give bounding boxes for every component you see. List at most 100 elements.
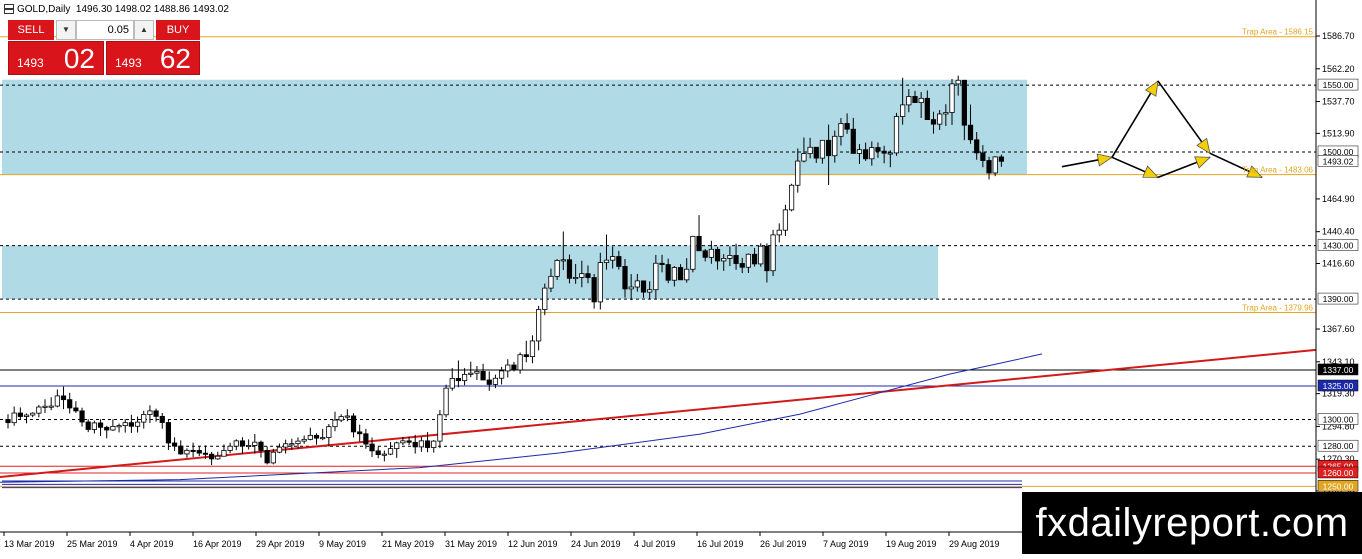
price-chart-area[interactable]: 1586.70 1562.20 1537.70 1513.90 1464.90 1440.…: [0, 0, 1362, 554]
candle-body: [270, 451, 276, 464]
candle-body: [745, 253, 752, 268]
candle-body: [548, 275, 554, 289]
candle-body: [708, 248, 714, 258]
candle-body: [492, 377, 499, 385]
y-axis-label: 1513.90: [1322, 128, 1355, 138]
candle-body: [622, 266, 628, 290]
sell-button[interactable]: SELL: [8, 20, 54, 40]
candle-body: [714, 248, 721, 262]
trap-area-label: Trap Area - 1379.96: [1242, 304, 1313, 313]
y-axis-label: 1562.20: [1322, 64, 1355, 74]
price-tag-text: 1493.02: [1323, 156, 1354, 166]
candlestick[interactable]: [788, 183, 795, 212]
buy-button[interactable]: BUY: [156, 20, 200, 40]
candle-body: [542, 287, 548, 310]
candle-body: [141, 414, 147, 423]
ohlc-high: 1498.02: [114, 4, 152, 15]
candle-body: [819, 139, 826, 159]
candle-body: [937, 113, 943, 125]
support-resistance-zone: [2, 79, 1027, 175]
candlestick[interactable]: [770, 229, 776, 277]
candle-body: [48, 405, 54, 408]
candle-body: [585, 273, 591, 278]
candle-body: [918, 97, 924, 104]
y-axis-label: 1367.60: [1322, 324, 1355, 334]
candlestick[interactable]: [893, 112, 900, 156]
ask-price-button[interactable]: 1493 62: [106, 41, 200, 75]
candle-body: [387, 448, 394, 455]
one-click-trading-panel: SELL ▼ ▲ BUY 1493 02 1493 62: [4, 20, 200, 76]
candle-body: [640, 280, 647, 293]
candle-body: [758, 245, 764, 265]
x-axis-label: 7 Aug 2019: [823, 539, 869, 549]
candle-body: [751, 253, 758, 265]
candlestick[interactable]: [992, 156, 998, 177]
candle-body: [776, 229, 782, 236]
candle-body: [961, 79, 967, 126]
candle-body: [788, 184, 795, 211]
x-axis-label: 24 Jun 2019: [571, 539, 621, 549]
lot-decrease-icon[interactable]: ▼: [56, 20, 76, 40]
candle-body: [554, 260, 560, 277]
candle-body: [455, 377, 462, 382]
chart-canvas[interactable]: 1586.70 1562.20 1537.70 1513.90 1464.90 1440.…: [0, 0, 1362, 554]
candle-body: [677, 267, 684, 281]
candle-body: [233, 440, 239, 447]
ohlc-low: 1488.86: [153, 4, 190, 15]
candle-body: [418, 440, 424, 448]
watermark-brand: fxdailyreport.com: [1022, 492, 1362, 554]
candle-body: [184, 449, 190, 455]
candle-body: [153, 410, 159, 417]
candlestick[interactable]: [690, 235, 696, 273]
candle-body: [832, 135, 838, 157]
candlestick[interactable]: [758, 243, 764, 267]
candle-body: [684, 268, 690, 281]
price-tag-text: 1337.00: [1323, 365, 1354, 375]
candle-body: [116, 425, 122, 428]
level-price-tag: 1390.00: [1317, 292, 1359, 305]
candle-body: [813, 146, 819, 159]
candle-body: [338, 416, 344, 421]
ask-price-prefix: 1493: [115, 56, 142, 70]
candle-body: [461, 373, 468, 382]
candle-body: [517, 354, 523, 371]
candle-body: [85, 421, 91, 430]
candle-body: [350, 415, 357, 433]
ohlc-close: 1493.02: [192, 4, 229, 15]
candle-body: [289, 443, 295, 446]
x-axis-label: 25 Mar 2019: [67, 539, 118, 549]
candle-body: [770, 234, 776, 272]
candle-body: [474, 371, 480, 374]
bid-price-button[interactable]: 1493 02: [8, 41, 104, 75]
candlestick[interactable]: [443, 384, 449, 418]
candle-body: [227, 445, 233, 451]
candle-body: [511, 364, 517, 371]
candle-body: [23, 414, 30, 417]
trap-area-label: Trap Area - 1483.06: [1242, 166, 1313, 175]
bid-price-pips: 02: [63, 43, 95, 74]
price-tag-text: 1550.00: [1323, 80, 1354, 90]
candle-body: [165, 422, 172, 444]
candle-body: [5, 419, 11, 424]
candle-body: [733, 255, 739, 264]
candle-body: [826, 139, 832, 157]
candle-body: [949, 83, 955, 113]
candle-body: [560, 259, 566, 262]
candle-body: [283, 443, 289, 448]
lot-increase-icon[interactable]: ▲: [134, 20, 154, 40]
candle-body: [171, 442, 178, 447]
y-axis-label: 1586.70: [1322, 31, 1355, 41]
candle-body: [209, 453, 215, 460]
candle-body: [443, 387, 449, 416]
x-axis-label: 13 Mar 2019: [4, 539, 55, 549]
candle-body: [128, 422, 134, 427]
lot-size-input[interactable]: [76, 20, 134, 40]
candle-body: [943, 112, 949, 115]
candle-body: [258, 441, 264, 451]
candle-body: [79, 410, 85, 423]
y-axis-label: 1537.70: [1322, 97, 1355, 107]
level-price-tag: 1430.00: [1317, 239, 1359, 251]
x-axis-label: 16 Jul 2019: [697, 539, 744, 549]
symbol-name: GOLD,Daily: [17, 4, 71, 15]
candle-body: [122, 422, 128, 426]
